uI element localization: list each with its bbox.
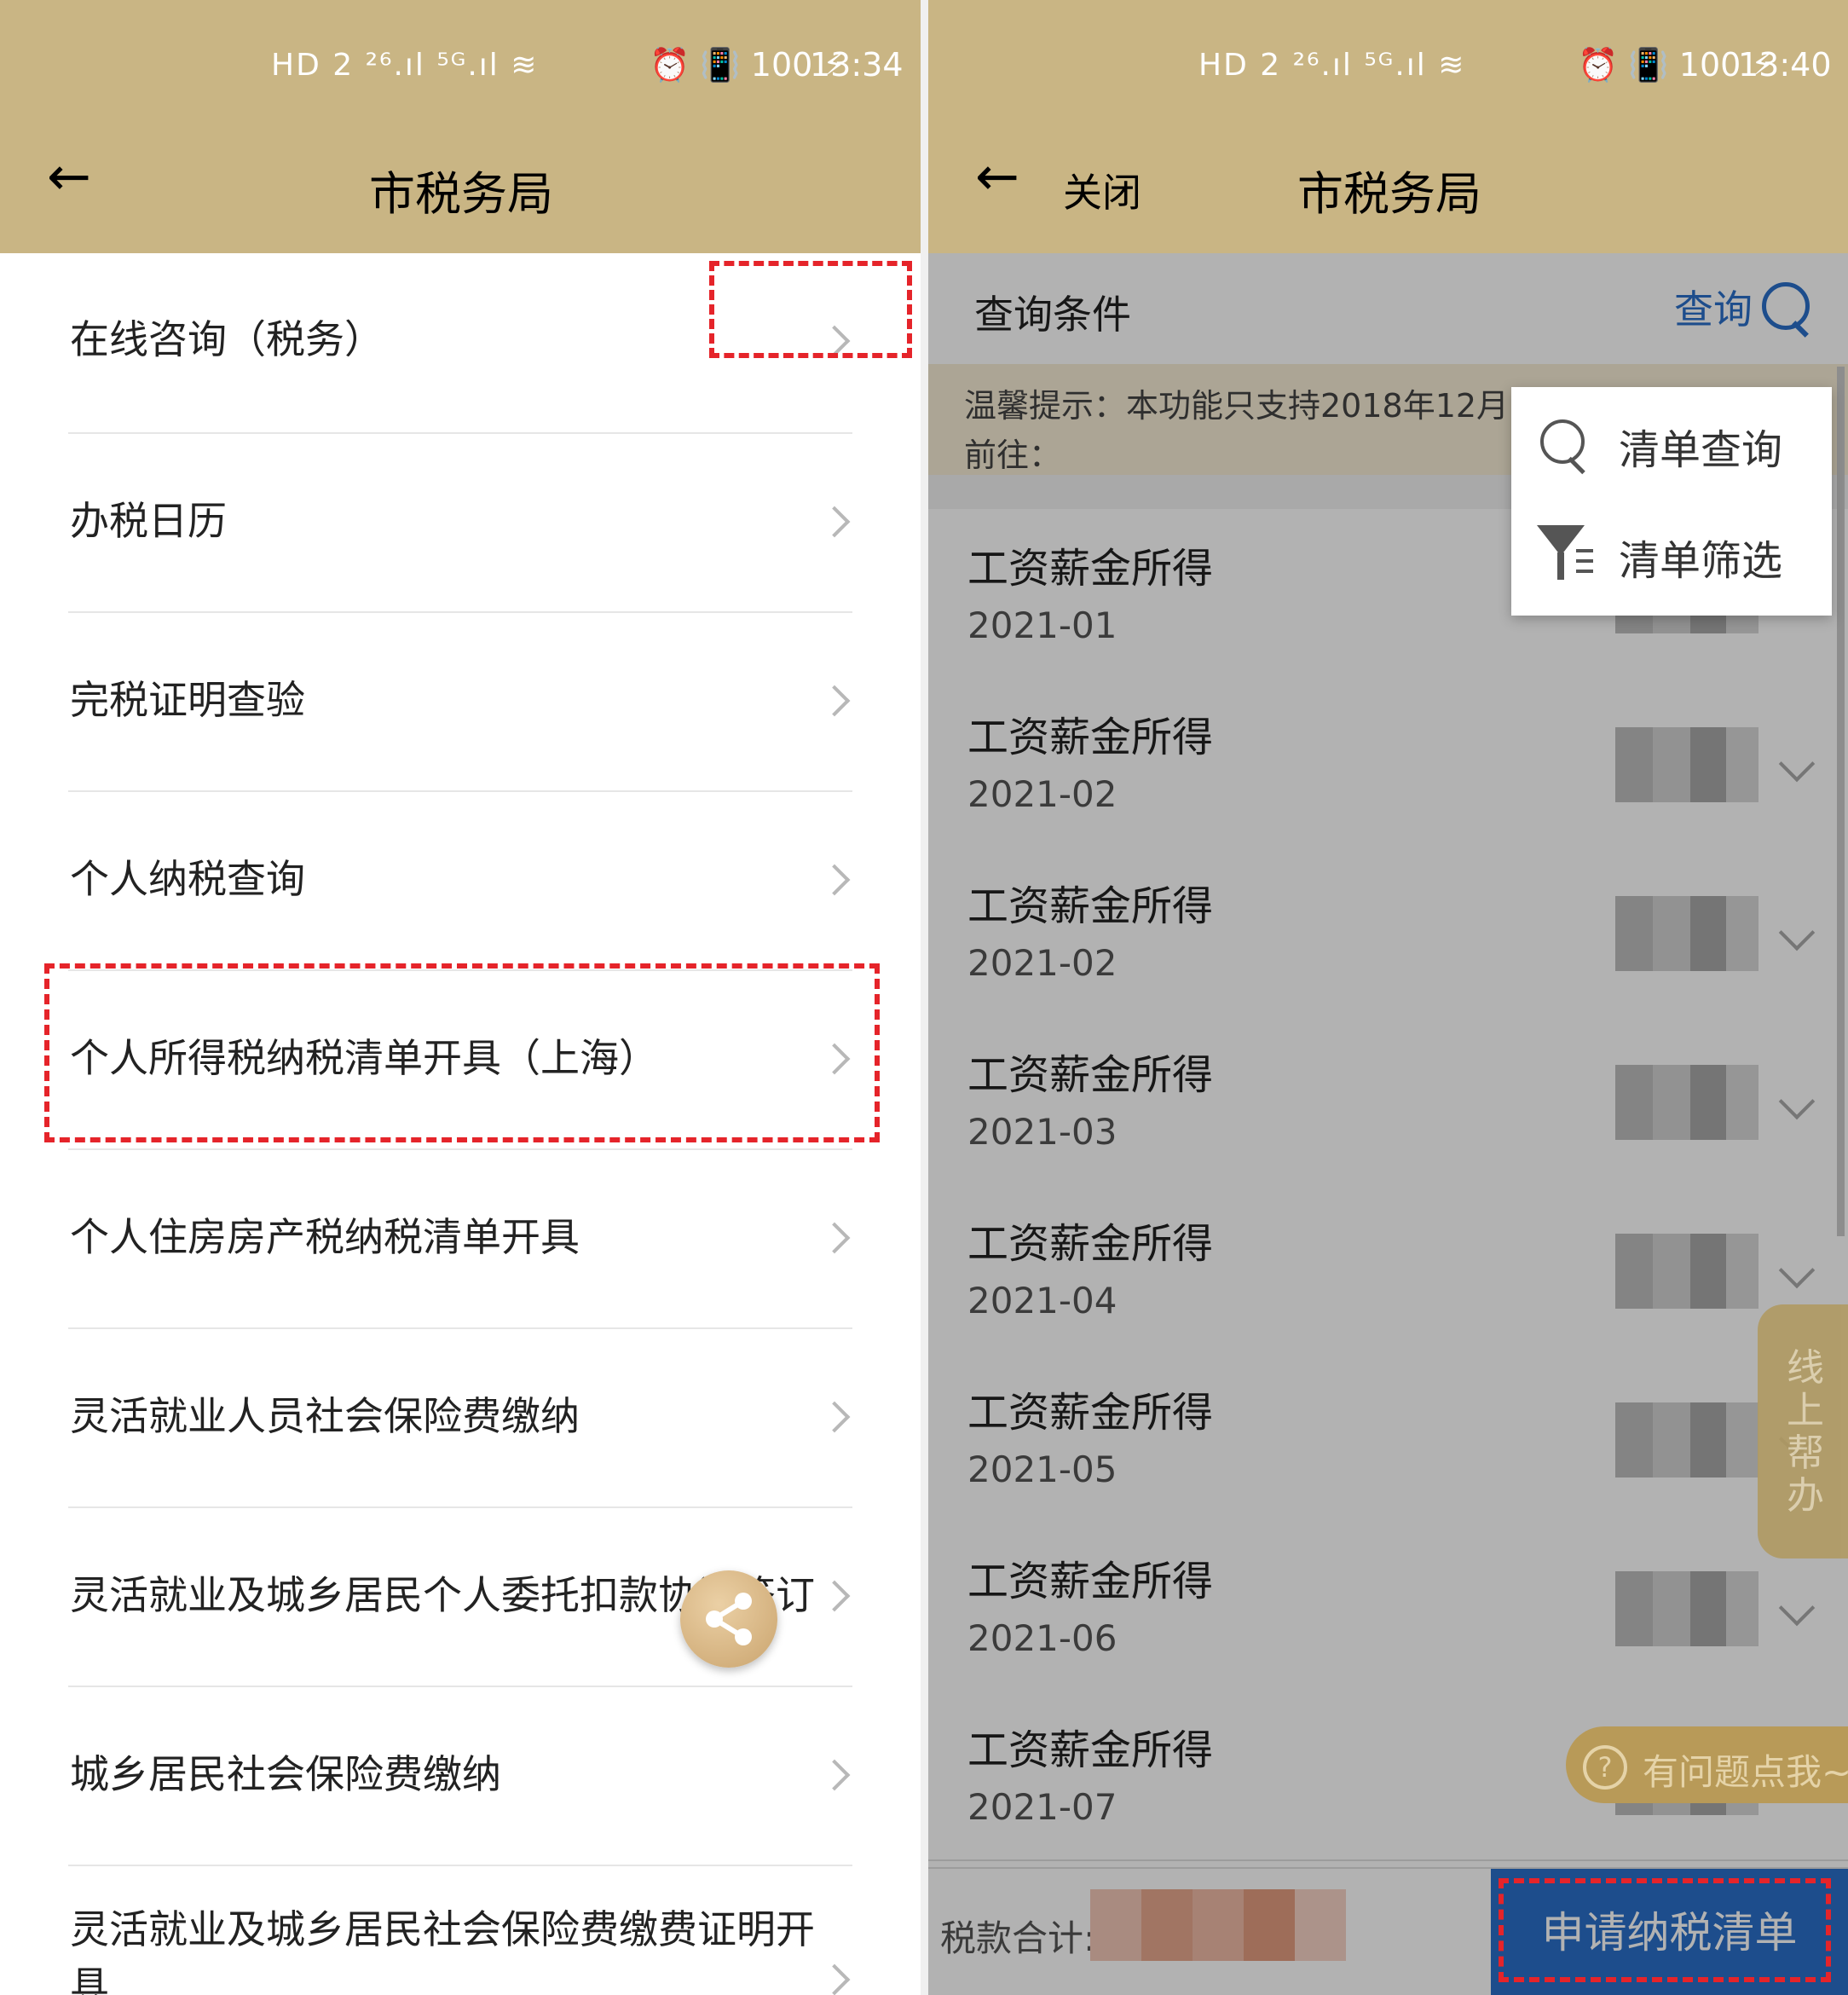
menu-item-payment-certificate[interactable]: 灵活就业及城乡居民社会保险费缴费证明开 具: [68, 1865, 852, 1995]
signal-icons: HD 2 ²⁶.ıl ⁵ᴳ.ıl ≋: [271, 48, 539, 83]
menu-item-flexible-social-insurance[interactable]: 灵活就业人员社会保险费缴纳: [68, 1327, 852, 1508]
chevron-right-icon: [818, 1222, 851, 1254]
online-help-tab[interactable]: 线上帮办: [1758, 1304, 1848, 1558]
menu-item-list-filter[interactable]: 清单筛选: [1511, 498, 1832, 609]
close-link[interactable]: 关闭: [1063, 162, 1141, 218]
back-arrow-icon[interactable]: ←: [975, 150, 1019, 203]
chevron-right-icon: [818, 506, 851, 538]
menu-item-label: 清单查询: [1619, 426, 1783, 474]
menu-item-resident-social-insurance[interactable]: 城乡居民社会保险费缴纳: [68, 1686, 852, 1866]
chevron-right-icon: [818, 1401, 851, 1433]
question-icon: ?: [1583, 1745, 1627, 1790]
filter-icon-stem: [1557, 552, 1564, 580]
chevron-right-icon: [818, 1963, 851, 1995]
search-icon-handle: [1568, 456, 1585, 475]
menu-item-list-query[interactable]: 清单查询: [1511, 387, 1832, 498]
chevron-right-icon: [818, 1759, 851, 1791]
menu-item-label: 城乡居民社会保险费缴纳: [70, 1751, 501, 1797]
chevron-right-icon: [818, 864, 851, 896]
menu-item-tax-calendar[interactable]: 办税日历: [68, 432, 852, 613]
menu-item-label: 灵活就业人员社会保险费缴纳: [70, 1393, 580, 1439]
ask-question-label: 有问题点我~: [1643, 1751, 1848, 1793]
menu-item-label: 灵活就业及城乡居民社会保险费缴费证明开: [70, 1906, 815, 1952]
clock: 13:40: [1738, 46, 1832, 84]
menu-item-label: 清单筛选: [1619, 537, 1783, 585]
query-dropdown: 清单查询 清单筛选: [1511, 387, 1832, 616]
scrollbar[interactable]: [1837, 367, 1845, 1236]
menu-item-label: 个人住房房产税纳税清单开具: [70, 1214, 580, 1260]
status-bar: HD 2 ²⁶.ıl ⁵ᴳ.ıl ≋ ⏰ 📳 100 ⚡ 13:40: [928, 0, 1848, 128]
panel-divider: [921, 0, 928, 1995]
highlight-box: [44, 963, 880, 1142]
filter-icon-lines: [1576, 549, 1593, 578]
page-title: 市税务局: [369, 167, 553, 221]
menu-item-label: 在线咨询（税务）: [70, 316, 384, 362]
help-tab-label: 线上帮办: [1787, 1346, 1824, 1518]
back-arrow-icon[interactable]: ←: [47, 150, 91, 203]
menu-item-label: 个人纳税查询: [70, 856, 305, 902]
ask-question-button[interactable]: ? 有问题点我~: [1566, 1726, 1848, 1803]
menu-item-label: 办税日历: [70, 498, 227, 544]
highlight-box: [1499, 1878, 1831, 1982]
menu-item-property-tax-statement[interactable]: 个人住房房产税纳税清单开具: [68, 1148, 852, 1329]
share-icon: [706, 1593, 752, 1645]
search-icon: [1540, 419, 1585, 464]
menu-item-label: 具: [70, 1963, 109, 1995]
signal-icons: HD 2 ²⁶.ıl ⁵ᴳ.ıl ≋: [1198, 48, 1466, 83]
highlight-box: [709, 261, 912, 358]
chevron-right-icon: [818, 1580, 851, 1612]
chevron-right-icon: [818, 685, 851, 717]
menu-item-label: 完税证明查验: [70, 677, 305, 723]
menu-item-personal-tax-query[interactable]: 个人纳税查询: [68, 790, 852, 971]
page-title: 市税务局: [1297, 167, 1481, 221]
share-button[interactable]: [680, 1570, 777, 1668]
clock: 13:34: [810, 46, 904, 84]
menu-item-tax-proof-verify[interactable]: 完税证明查验: [68, 611, 852, 792]
status-bar: HD 2 ²⁶.ıl ⁵ᴳ.ıl ≋ ⏰ 📳 100 ⚡ 13:34: [0, 0, 921, 128]
